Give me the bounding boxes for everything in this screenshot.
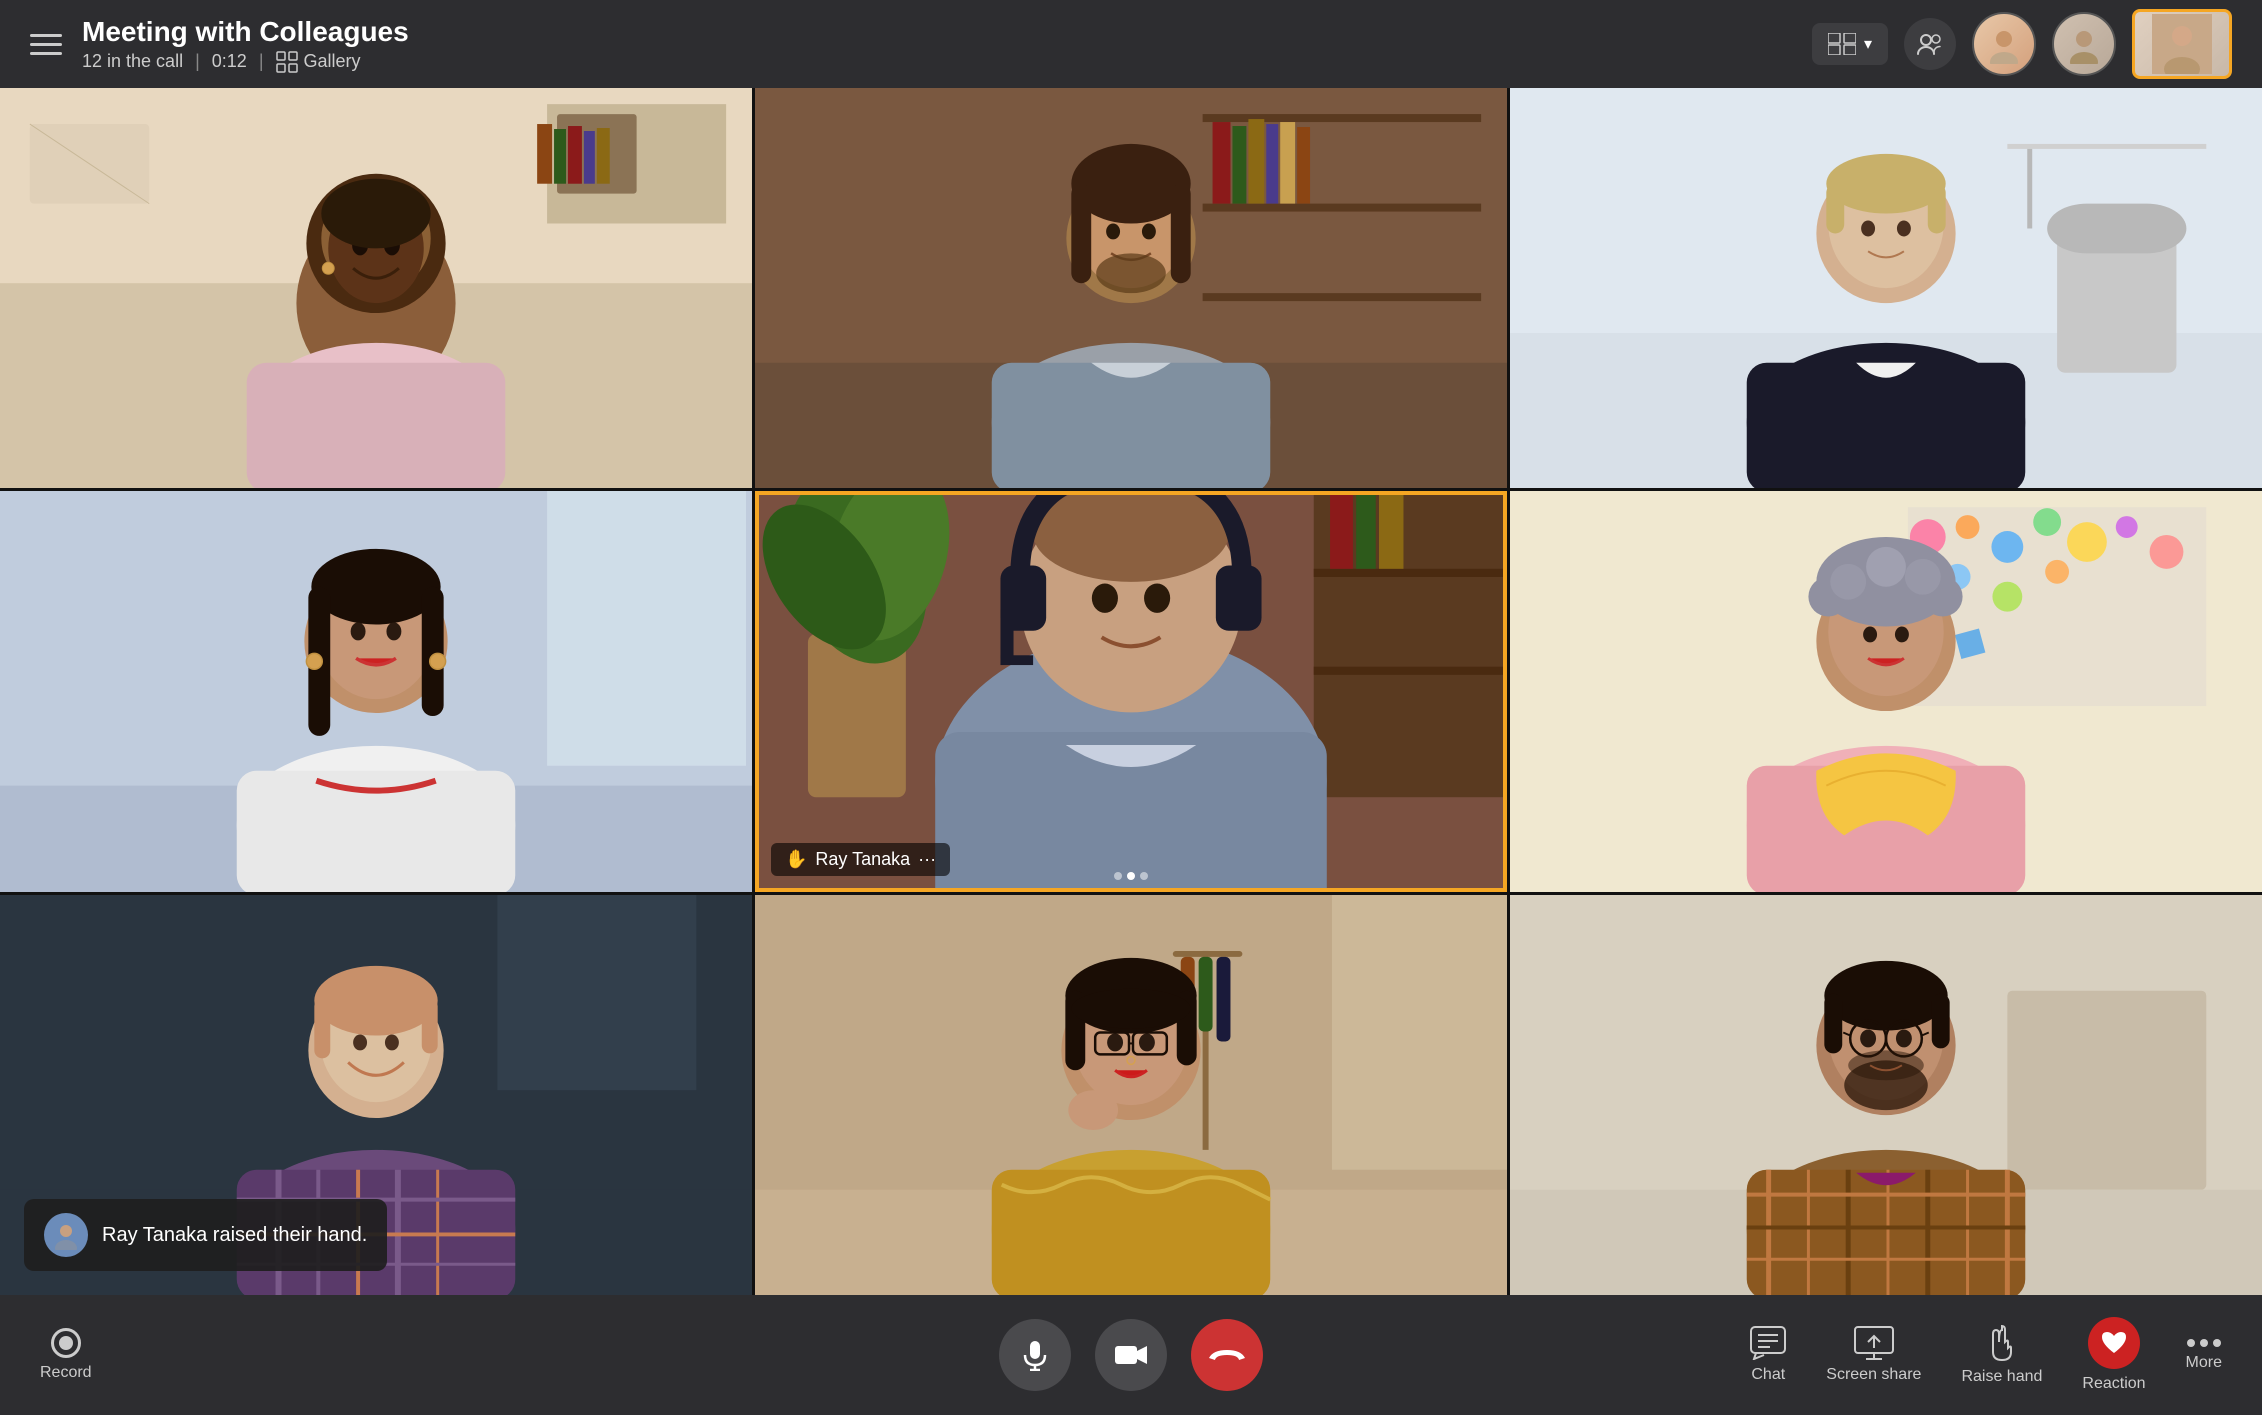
topbar-left: Meeting with Colleagues 12 in the call |… (30, 15, 1812, 73)
screenshare-icon (1854, 1326, 1894, 1360)
view-toggle-icon (1828, 33, 1856, 55)
video-cell-2[interactable] (1510, 88, 2262, 488)
raised-hand-badge: ✋ Ray Tanaka ··· (785, 849, 936, 870)
meeting-info: Meeting with Colleagues 12 in the call |… (82, 15, 409, 73)
chat-button[interactable]: Chat (1750, 1326, 1786, 1384)
video-thumb-2 (1510, 88, 2262, 488)
camera-button[interactable] (1095, 1319, 1167, 1391)
video-thumb-0 (0, 88, 752, 488)
speaker-name: Ray Tanaka (815, 849, 910, 870)
screenshare-button[interactable]: Screen share (1826, 1326, 1921, 1384)
participants-button[interactable] (1904, 18, 1956, 70)
call-controls (999, 1319, 1263, 1391)
reaction-icon (2088, 1317, 2140, 1369)
hamburger-menu[interactable] (30, 28, 62, 60)
video-grid: ✋ Ray Tanaka ··· (0, 88, 2262, 1295)
bottombar: Record (0, 1295, 2262, 1415)
participant-avatar-1[interactable] (1972, 12, 2036, 76)
participant-avatar-2[interactable] (2052, 12, 2116, 76)
video-cell-1[interactable] (755, 88, 1507, 488)
view-dropdown-arrow: ▾ (1864, 34, 1872, 54)
chat-label: Chat (1751, 1366, 1785, 1384)
record-label: Record (40, 1364, 92, 1382)
record-button[interactable]: Record (40, 1328, 92, 1382)
video-thumb-7 (755, 895, 1507, 1295)
secondary-controls: Chat Screen share Raise hand (1750, 1317, 2222, 1393)
meeting-title: Meeting with Colleagues (82, 15, 409, 49)
video-cell-8[interactable] (1510, 895, 2262, 1295)
participants-count: 12 in the call (82, 51, 183, 72)
speaker-options: ··· (918, 849, 936, 870)
video-thumb-8 (1510, 895, 2262, 1295)
end-call-button[interactable] (1191, 1319, 1263, 1391)
video-thumb-3 (0, 491, 752, 891)
video-cell-4-active[interactable]: ✋ Ray Tanaka ··· (755, 491, 1507, 891)
reaction-label: Reaction (2082, 1375, 2145, 1393)
speaker-label: ✋ Ray Tanaka ··· (771, 843, 950, 876)
video-thumb-5 (1510, 491, 2262, 891)
video-cell-0[interactable] (0, 88, 752, 488)
gallery-view-button[interactable]: Gallery (276, 51, 361, 73)
call-duration: 0:12 (212, 51, 247, 72)
chat-icon (1750, 1326, 1786, 1360)
video-cell-5[interactable] (1510, 491, 2262, 891)
camera-icon (1114, 1342, 1148, 1368)
more-button[interactable]: More (2186, 1338, 2222, 1372)
cell-dots (1114, 872, 1148, 880)
raisehand-label: Raise hand (1961, 1368, 2042, 1386)
raisehand-icon (1987, 1324, 2017, 1362)
participants-icon (1916, 30, 1944, 58)
toast-message: Ray Tanaka raised their hand. (102, 1224, 367, 1247)
video-cell-7[interactable] (755, 895, 1507, 1295)
notification-toast: Ray Tanaka raised their hand. (24, 1199, 387, 1271)
raisehand-button[interactable]: Raise hand (1961, 1324, 2042, 1386)
view-toggle-button[interactable]: ▾ (1812, 23, 1888, 65)
gallery-label: Gallery (304, 51, 361, 72)
end-call-icon (1208, 1345, 1246, 1365)
heart-icon (2100, 1330, 2128, 1356)
more-label: More (2186, 1354, 2222, 1372)
reaction-button[interactable]: Reaction (2082, 1317, 2145, 1393)
record-icon (51, 1328, 81, 1358)
gallery-icon (276, 51, 298, 73)
raised-hand-emoji: ✋ (785, 849, 807, 870)
topbar-right: ▾ (1812, 9, 2232, 79)
video-thumb-1 (755, 88, 1507, 488)
video-cell-6[interactable]: Ray Tanaka raised their hand. (0, 895, 752, 1295)
video-cell-3[interactable] (0, 491, 752, 891)
meeting-meta: 12 in the call | 0:12 | Gallery (82, 51, 409, 73)
participant-avatar-3[interactable] (2132, 9, 2232, 79)
video-thumb-4 (759, 495, 1503, 887)
more-icon (2186, 1338, 2222, 1348)
toast-avatar (44, 1213, 88, 1257)
mic-button[interactable] (999, 1319, 1071, 1391)
topbar: Meeting with Colleagues 12 in the call |… (0, 0, 2262, 88)
mic-icon (1019, 1339, 1051, 1371)
screenshare-label: Screen share (1826, 1366, 1921, 1384)
